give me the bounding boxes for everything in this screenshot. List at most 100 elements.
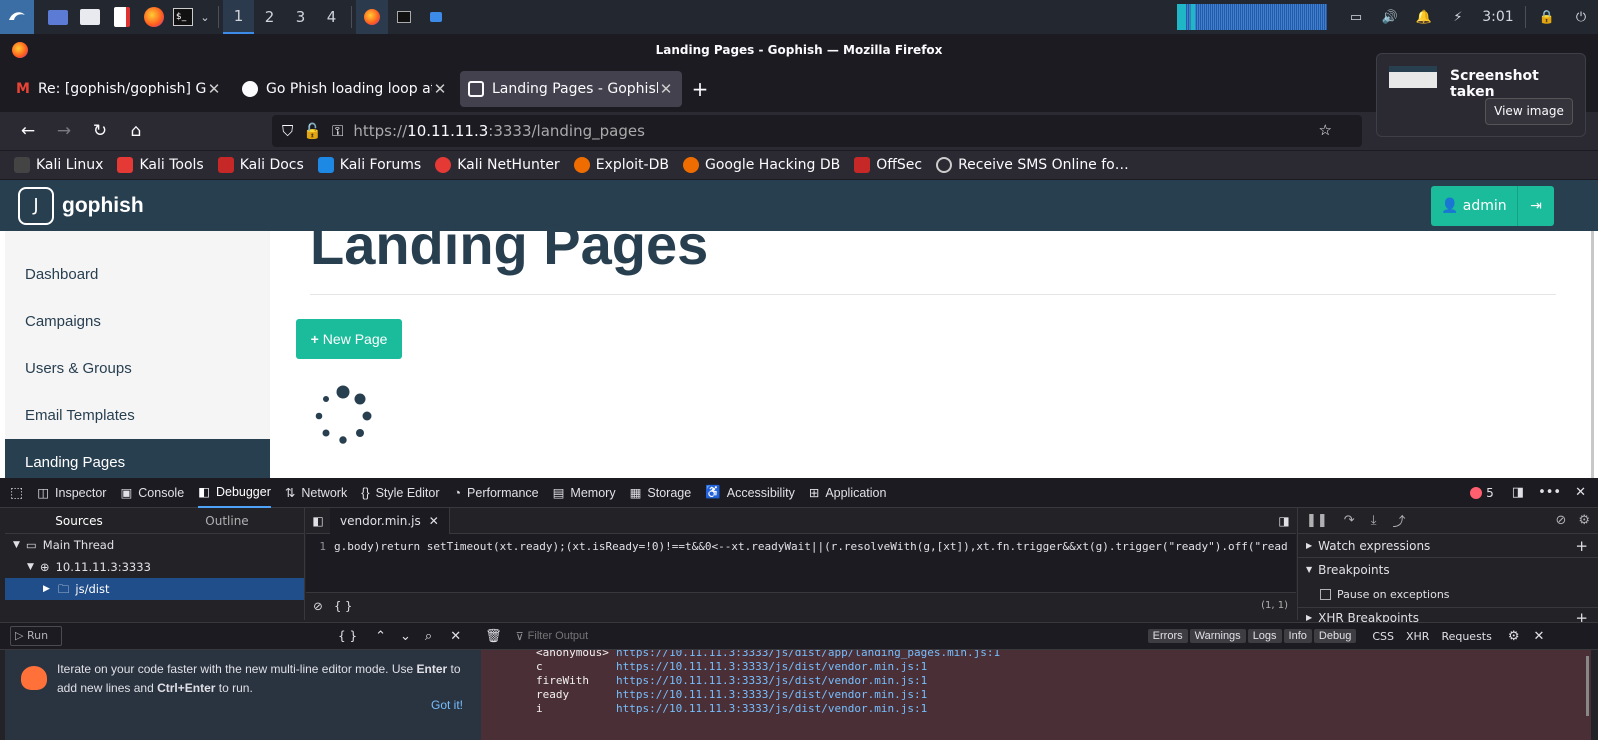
file-manager-icon[interactable] [74, 0, 106, 34]
console-scrollbar[interactable] [1586, 656, 1589, 716]
tab-gmail[interactable]: M Re: [gophish/gophish] Go ✕ [8, 71, 230, 107]
toggle-right-sidebar-icon[interactable]: ◨ [1272, 514, 1296, 528]
file-tab-vendor[interactable]: vendor.min.js ✕ [330, 507, 450, 534]
bookmark-kali-linux[interactable]: Kali Linux [14, 157, 103, 173]
filter-errors-button[interactable]: Errors [1147, 629, 1188, 643]
console-settings-icon[interactable]: ⚙ [1508, 629, 1520, 644]
deactivate-breakpoints-icon[interactable]: ⊘ [1555, 513, 1566, 528]
filter-output-input[interactable] [527, 626, 1148, 646]
stack-location-link[interactable]: https://10.11.11.3:3333/js/dist/app/land… [616, 650, 1000, 660]
pause-on-exceptions-row[interactable]: Pause on exceptions [1298, 582, 1598, 608]
bookmark-kali-tools[interactable]: Kali Tools [117, 157, 204, 173]
close-icon[interactable]: ✕ [429, 514, 439, 528]
home-icon[interactable]: ⌂ [118, 121, 154, 141]
step-out-icon[interactable]: ⤴ [1392, 511, 1405, 530]
close-split-console-icon[interactable]: ✕ [1534, 629, 1545, 644]
got-it-button[interactable]: Got it! [431, 698, 463, 712]
pretty-print-icon[interactable]: { } [338, 629, 357, 643]
logout-icon[interactable]: ⏻ [1564, 0, 1598, 34]
workspace-4[interactable]: 4 [316, 0, 347, 34]
sidebar-item-landing-pages[interactable]: Landing Pages [5, 439, 270, 478]
stack-location-link[interactable]: https://10.11.11.3:3333/js/dist/vendor.m… [616, 674, 927, 688]
lock-warning-icon[interactable]: 🔓 [303, 122, 322, 140]
admin-button[interactable]: 👤 admin [1431, 185, 1517, 226]
run-button[interactable]: ▷ Run [10, 626, 62, 646]
tab-landing-pages[interactable]: Landing Pages - Gophish ✕ [460, 71, 682, 107]
trash-icon[interactable]: 🗑 [485, 629, 502, 644]
clock[interactable]: 3:01 [1475, 0, 1521, 34]
filter-info-button[interactable]: Info [1283, 629, 1312, 643]
back-icon[interactable]: ← [10, 121, 46, 141]
close-devtools-icon[interactable]: ✕ [1575, 485, 1586, 500]
close-editor-icon[interactable]: ✕ [450, 629, 461, 644]
more-icon[interactable]: ••• [1538, 485, 1561, 500]
breakpoints-header[interactable]: ▼ Breakpoints [1298, 558, 1598, 582]
tab-sources[interactable]: Sources [5, 508, 153, 533]
stack-location-link[interactable]: https://10.11.11.3:3333/js/dist/vendor.m… [616, 702, 927, 716]
history-up-icon[interactable]: ⌃ [375, 629, 386, 644]
blackbox-icon[interactable]: ⊘ [306, 599, 330, 613]
close-icon[interactable]: ✕ [432, 80, 448, 98]
forward-icon[interactable]: → [46, 121, 82, 141]
workspace-3[interactable]: 3 [285, 0, 316, 34]
bookmark-google-hacking-db[interactable]: Google Hacking DB [682, 157, 840, 173]
stack-location-link[interactable]: https://10.11.11.3:3333/js/dist/vendor.m… [616, 688, 927, 702]
sidebar-item-email-templates[interactable]: Email Templates [5, 392, 270, 439]
watch-expressions-header[interactable]: ▶ Watch expressions + [1298, 534, 1598, 558]
step-in-icon[interactable]: ⤓ [1371, 513, 1377, 528]
screenshot-notification[interactable]: Screenshot taken View image [1376, 53, 1586, 137]
close-icon[interactable]: ✕ [206, 80, 222, 98]
bookmark-receive-sms[interactable]: Receive SMS Online fo… [936, 157, 1129, 173]
dock-icon[interactable]: ◨ [1512, 485, 1524, 500]
pretty-print-button[interactable]: { } [334, 599, 352, 613]
text-editor-icon[interactable] [106, 0, 138, 34]
shield-icon[interactable]: ⛉ [282, 122, 293, 140]
bookmark-kali-docs[interactable]: Kali Docs [217, 157, 304, 173]
tab-outline[interactable]: Outline [153, 508, 301, 533]
bell-icon[interactable]: 🔔 [1407, 0, 1441, 34]
url-bar[interactable]: ⛉ 🔓 ⚿ https://10.11.11.3:3333/landing_pa… [272, 115, 1362, 147]
lock-icon[interactable]: 🔒 [1530, 0, 1564, 34]
tab-debugger[interactable]: ◧ Debugger [198, 478, 271, 508]
screenshot-window-icon[interactable] [420, 0, 452, 34]
tab-storage[interactable]: ▦ Storage [630, 478, 692, 508]
pause-exceptions-checkbox[interactable] [1320, 589, 1331, 600]
error-icon[interactable] [1470, 486, 1483, 499]
sidebar-item-users-groups[interactable]: Users & Groups [5, 345, 270, 392]
tab-accessibility[interactable]: ♿ Accessibility [705, 478, 795, 508]
brand-name[interactable]: gophish [62, 194, 144, 218]
display-icon[interactable]: ▭ [1339, 0, 1373, 34]
tab-application[interactable]: ⊞ Application [809, 478, 887, 508]
step-over-icon[interactable]: ↷ [1344, 513, 1355, 528]
add-xhr-icon[interactable]: + [1575, 608, 1588, 622]
desktop-icon[interactable] [42, 0, 74, 34]
history-down-icon[interactable]: ⌄ [400, 629, 411, 644]
xhr-breakpoints-header[interactable]: ▶ XHR Breakpoints + [1298, 608, 1598, 622]
tab-memory[interactable]: ▤ Memory [553, 478, 616, 508]
stack-location-link[interactable]: https://10.11.11.3:3333/js/dist/vendor.m… [616, 660, 927, 674]
new-page-button[interactable]: + New Page [296, 319, 402, 359]
page-scrollbar[interactable] [1591, 231, 1594, 478]
element-picker-icon[interactable]: ⬚ [10, 485, 23, 501]
key-icon[interactable]: ⚿ [332, 122, 343, 140]
new-tab-button[interactable]: + [686, 77, 714, 101]
tree-item-host[interactable]: ▼ ⊕ 10.11.11.3:3333 [5, 556, 304, 578]
filter-debug-button[interactable]: Debug [1313, 629, 1357, 643]
logout-button[interactable]: ⇥ [1517, 185, 1554, 226]
tab-performance[interactable]: ◔ Performance [453, 478, 538, 508]
error-count[interactable]: 5 [1486, 486, 1494, 500]
toggle-sidebar-icon[interactable]: ◧ [306, 514, 330, 528]
volume-icon[interactable]: 🔊 [1373, 0, 1407, 34]
firefox-launcher-icon[interactable] [138, 0, 170, 34]
filter-requests-button[interactable]: Requests [1441, 630, 1491, 643]
code-line[interactable]: g.body)return setTimeout(xt.ready);(xt.i… [330, 534, 1296, 592]
filter-warnings-button[interactable]: Warnings [1189, 629, 1246, 643]
settings-gear-icon[interactable]: ⚙ [1578, 513, 1590, 528]
bookmark-offsec[interactable]: OffSec [854, 157, 922, 173]
reload-icon[interactable]: ↻ [82, 121, 118, 141]
view-image-button[interactable]: View image [1485, 98, 1573, 125]
tree-item-main-thread[interactable]: ▼ ▭ Main Thread [5, 534, 304, 556]
filter-css-button[interactable]: CSS [1372, 630, 1394, 643]
star-icon[interactable]: ☆ [1319, 121, 1332, 139]
tab-github[interactable]: Go Phish loading loop at l ✕ [234, 71, 456, 107]
